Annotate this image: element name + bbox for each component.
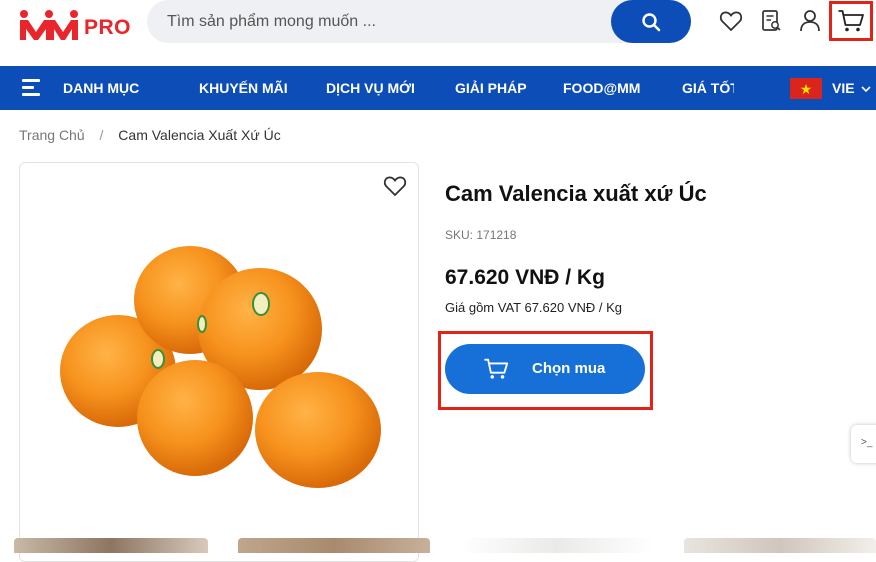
- search-button[interactable]: [611, 0, 691, 43]
- nav-item-best-price[interactable]: GIÁ TỐT: [682, 66, 734, 110]
- search-bar: [147, 0, 691, 43]
- product-image-card: [19, 162, 419, 562]
- main-nav: DANH MỤC KHUYẾN MÃI DỊCH VỤ MỚI GIẢI PHÁ…: [0, 66, 876, 110]
- heart-icon: [719, 11, 743, 32]
- language-label: VIE: [832, 80, 855, 96]
- add-to-cart-label: Chọn mua: [532, 360, 606, 377]
- vietnam-flag-icon[interactable]: ★: [790, 78, 822, 99]
- breadcrumb: Trang Chủ / Cam Valencia Xuất Xứ Úc: [19, 127, 281, 143]
- related-product-thumb[interactable]: [14, 538, 208, 553]
- logo-pro-text: PRO: [84, 16, 132, 39]
- nav-categories[interactable]: DANH MỤC: [63, 66, 139, 110]
- mm-pro-logo[interactable]: PRO: [18, 8, 132, 42]
- nav-item-new-services[interactable]: DỊCH VỤ MỚI: [326, 66, 415, 110]
- menu-icon[interactable]: [22, 79, 40, 97]
- heart-icon: [383, 176, 407, 197]
- mm-logo-mark: [20, 10, 78, 40]
- product-price: 67.620 VNĐ / Kg: [445, 266, 605, 289]
- related-product-thumb[interactable]: [238, 538, 430, 553]
- cart-icon: [838, 10, 864, 32]
- user-icon: [800, 10, 820, 32]
- account-button[interactable]: [797, 8, 823, 34]
- product-image-oranges[interactable]: [20, 163, 419, 562]
- nav-item-promotions[interactable]: KHUYẾN MÃI: [199, 66, 288, 110]
- language-selector[interactable]: VIE: [832, 66, 872, 110]
- breadcrumb-separator: /: [99, 127, 104, 143]
- related-product-thumb[interactable]: [461, 538, 653, 553]
- orders-button[interactable]: [758, 8, 784, 34]
- side-chat-widget[interactable]: >_: [851, 425, 876, 463]
- add-to-cart-button[interactable]: Chọn mua: [445, 344, 645, 394]
- cart-icon: [484, 358, 509, 379]
- wishlist-button[interactable]: [718, 8, 744, 34]
- breadcrumb-current: Cam Valencia Xuất Xứ Úc: [118, 127, 281, 143]
- product-title: Cam Valencia xuất xứ Úc: [445, 181, 707, 206]
- product-vat-note: Giá gồm VAT 67.620 VNĐ / Kg: [445, 300, 623, 315]
- related-product-thumb[interactable]: [684, 538, 876, 553]
- search-input[interactable]: [167, 0, 607, 43]
- breadcrumb-home[interactable]: Trang Chủ: [19, 127, 85, 143]
- chevron-down-icon: [861, 86, 872, 92]
- product-sku: SKU: 171218: [445, 228, 517, 242]
- header: PRO: [0, 0, 876, 66]
- search-icon: [642, 12, 661, 31]
- cart-button[interactable]: [829, 1, 873, 41]
- order-list-icon: [762, 10, 781, 31]
- nav-item-solutions[interactable]: GIẢI PHÁP: [455, 66, 527, 110]
- nav-item-food-mm[interactable]: FOOD@MM: [563, 66, 640, 110]
- favorite-button[interactable]: [383, 175, 409, 201]
